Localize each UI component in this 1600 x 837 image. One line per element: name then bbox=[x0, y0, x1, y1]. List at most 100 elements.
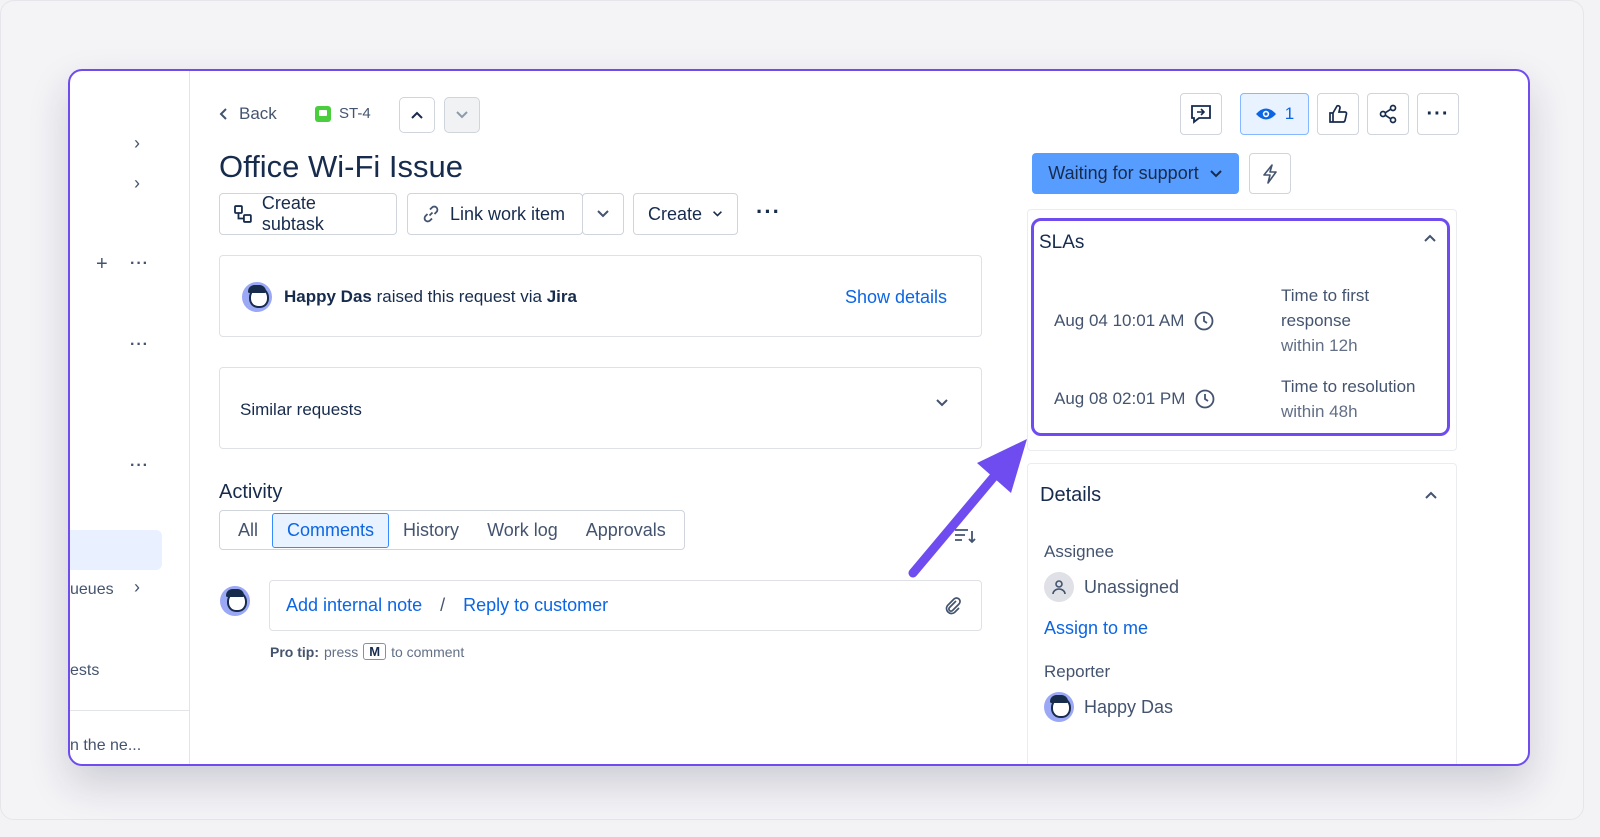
feedback-button[interactable] bbox=[1180, 93, 1222, 135]
chevron-down-icon bbox=[597, 210, 609, 218]
chevron-right-icon[interactable]: › bbox=[134, 173, 140, 194]
more-icon[interactable]: ··· bbox=[130, 336, 149, 354]
clock-icon bbox=[1195, 389, 1215, 409]
chevron-down-icon bbox=[713, 211, 722, 217]
tab-work-log[interactable]: Work log bbox=[473, 514, 572, 547]
details-title: Details bbox=[1040, 484, 1102, 506]
sla-target: within 48h bbox=[1281, 402, 1358, 421]
share-icon bbox=[1379, 104, 1397, 124]
chevron-left-icon bbox=[219, 108, 227, 120]
sla-target: within 12h bbox=[1281, 336, 1358, 355]
activity-heading: Activity bbox=[219, 481, 283, 503]
assignee-label: Assignee bbox=[1044, 542, 1114, 561]
comment-editor[interactable]: Add internal note / Reply to customer bbox=[269, 580, 982, 631]
tab-comments[interactable]: Comments bbox=[272, 512, 390, 548]
attachment-icon[interactable] bbox=[943, 596, 963, 616]
eye-icon bbox=[1255, 108, 1276, 120]
add-internal-note-link[interactable]: Add internal note bbox=[286, 595, 422, 616]
request-summary: Happy Das raised this request via Jira bbox=[242, 282, 577, 312]
sla-panel: SLAs Aug 04 10:01 AM Time to first respo… bbox=[1031, 218, 1450, 436]
sla-row: Aug 08 02:01 PM Time to resolution withi… bbox=[1054, 374, 1415, 424]
chevron-down-icon bbox=[456, 111, 468, 119]
avatar bbox=[1044, 692, 1074, 722]
sla-date-text: Aug 08 02:01 PM bbox=[1054, 389, 1186, 408]
sidebar: › › + ··· ··· ··· ueues › ests n the ne.… bbox=[70, 71, 190, 764]
reporter-field[interactable]: Happy Das bbox=[1044, 692, 1173, 722]
annotation-arrow-icon bbox=[908, 439, 1027, 578]
chevron-right-icon[interactable]: › bbox=[134, 577, 140, 598]
sla-name: Time to resolution bbox=[1281, 377, 1416, 396]
similar-requests-label: Similar requests bbox=[240, 400, 362, 419]
sla-description: Time to first response within 12h bbox=[1281, 283, 1369, 358]
watch-count: 1 bbox=[1284, 104, 1295, 123]
reporter-label: Reporter bbox=[1044, 662, 1111, 681]
assign-to-me-link[interactable]: Assign to me bbox=[1044, 618, 1148, 639]
thumbs-up-icon bbox=[1329, 104, 1348, 123]
chevron-down-icon[interactable] bbox=[935, 398, 949, 408]
sidebar-item-truncated[interactable]: n the ne... bbox=[70, 737, 141, 755]
sidebar-item-requests[interactable]: ests bbox=[70, 662, 99, 680]
sidebar-divider bbox=[70, 710, 190, 711]
clock-icon bbox=[1195, 311, 1214, 330]
back-link[interactable]: Back bbox=[219, 104, 277, 124]
chevron-up-icon[interactable] bbox=[1424, 490, 1438, 500]
sla-date-text: Aug 04 10:01 AM bbox=[1054, 310, 1185, 330]
back-label: Back bbox=[239, 104, 277, 123]
create-subtask-label: Create subtask bbox=[261, 193, 324, 234]
chevron-right-icon[interactable]: › bbox=[134, 133, 140, 154]
plus-icon[interactable]: + bbox=[96, 253, 108, 276]
pro-tip: Pro tip: press M to comment bbox=[270, 643, 464, 660]
chevron-down-icon bbox=[1209, 169, 1222, 177]
shortcut-key: M bbox=[363, 643, 387, 660]
separator: / bbox=[440, 595, 446, 615]
avatar bbox=[242, 282, 272, 312]
create-button[interactable]: Create bbox=[633, 193, 738, 235]
status-dropdown[interactable]: Waiting for support bbox=[1032, 153, 1239, 194]
previous-issue-button[interactable] bbox=[399, 97, 435, 133]
activity-tabs: All Comments History Work log Approvals bbox=[219, 510, 685, 550]
more-icon: ··· bbox=[1426, 102, 1450, 125]
similar-requests-panel[interactable]: Similar requests bbox=[219, 367, 982, 449]
create-label: Create bbox=[648, 203, 703, 224]
sla-row: Aug 04 10:01 AM Time to first response w… bbox=[1054, 283, 1369, 358]
more-options-button[interactable]: ··· bbox=[1417, 93, 1459, 135]
sla-title: SLAs bbox=[1039, 232, 1085, 253]
pro-tip-suffix: to comment bbox=[391, 643, 465, 660]
link-work-item-label: Link work item bbox=[450, 203, 566, 224]
raised-text: raised this request via bbox=[376, 287, 542, 306]
assignee-field[interactable]: Unassigned bbox=[1044, 572, 1179, 602]
sidebar-item-queues[interactable]: ueues bbox=[70, 581, 114, 599]
issue-key-label: ST-4 bbox=[339, 105, 371, 122]
link-work-item-dropdown[interactable] bbox=[582, 193, 624, 235]
next-issue-button[interactable] bbox=[444, 97, 480, 133]
pro-tip-press: press bbox=[324, 643, 359, 660]
reporter-name[interactable]: Happy Das bbox=[284, 287, 372, 306]
sla-name: Time to first bbox=[1281, 286, 1370, 305]
subtask-icon bbox=[234, 205, 252, 223]
automation-button[interactable] bbox=[1249, 153, 1291, 194]
details-panel: Details Assignee Unassigned Assign to me… bbox=[1027, 463, 1457, 764]
show-details-link[interactable]: Show details bbox=[845, 287, 947, 308]
service-request-icon bbox=[315, 105, 331, 122]
tab-history[interactable]: History bbox=[389, 514, 473, 547]
link-work-item-button[interactable]: Link work item bbox=[407, 193, 583, 235]
tab-all[interactable]: All bbox=[224, 514, 272, 547]
user-icon bbox=[1044, 572, 1074, 602]
chevron-up-icon[interactable] bbox=[1423, 233, 1437, 243]
reply-to-customer-link[interactable]: Reply to customer bbox=[463, 595, 608, 616]
sla-name-cont: response bbox=[1281, 311, 1351, 330]
create-subtask-button[interactable]: Create subtask bbox=[219, 193, 397, 235]
request-window: › › + ··· ··· ··· ueues › ests n the ne.… bbox=[68, 69, 1530, 766]
share-button[interactable] bbox=[1367, 93, 1409, 135]
reporter-value: Happy Das bbox=[1084, 696, 1174, 717]
more-icon[interactable]: ··· bbox=[130, 255, 149, 273]
more-icon[interactable]: ··· bbox=[130, 457, 149, 475]
watch-button[interactable]: 1 bbox=[1240, 93, 1309, 135]
sidebar-item-active[interactable] bbox=[70, 530, 162, 570]
page-title: Office Wi-Fi Issue bbox=[219, 149, 464, 184]
more-actions-icon[interactable]: ··· bbox=[756, 199, 781, 225]
pro-tip-label: Pro tip: bbox=[270, 643, 319, 660]
vote-button[interactable] bbox=[1317, 93, 1359, 135]
issue-key[interactable]: ST-4 bbox=[315, 105, 371, 122]
tab-approvals[interactable]: Approvals bbox=[572, 514, 680, 547]
